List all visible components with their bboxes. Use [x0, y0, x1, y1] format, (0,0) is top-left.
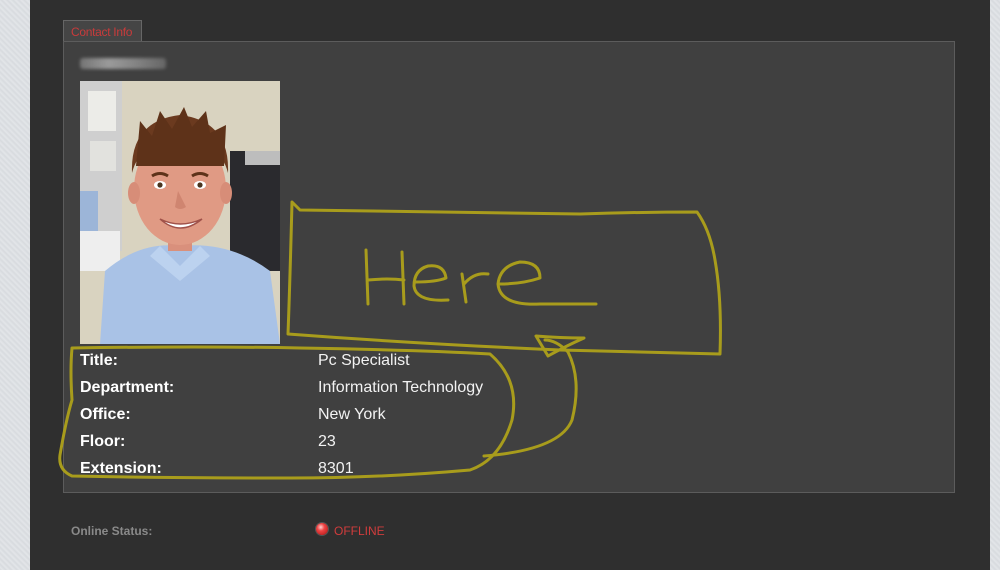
extension-label: Extension:: [80, 460, 162, 477]
title-value: Pc Specialist: [318, 352, 410, 369]
title-label: Title:: [80, 352, 118, 369]
profile-photo-image: [80, 81, 280, 344]
online-status-value: OFFLINE: [334, 524, 385, 538]
office-label: Office:: [80, 406, 131, 423]
online-status-label: Online Status:: [71, 524, 153, 538]
floor-label: Floor:: [80, 433, 126, 450]
floor-value: 23: [318, 433, 336, 450]
profile-photo: [80, 81, 280, 344]
department-value: Information Technology: [318, 379, 484, 396]
office-value: New York: [318, 406, 386, 423]
department-label: Department:: [80, 379, 175, 396]
contact-name-redacted: [80, 58, 166, 69]
tab-label: Contact Info: [71, 25, 133, 39]
extension-value: 8301: [318, 460, 354, 477]
offline-status-icon: [316, 523, 328, 535]
tab-contact-info[interactable]: Contact Info: [63, 20, 142, 41]
